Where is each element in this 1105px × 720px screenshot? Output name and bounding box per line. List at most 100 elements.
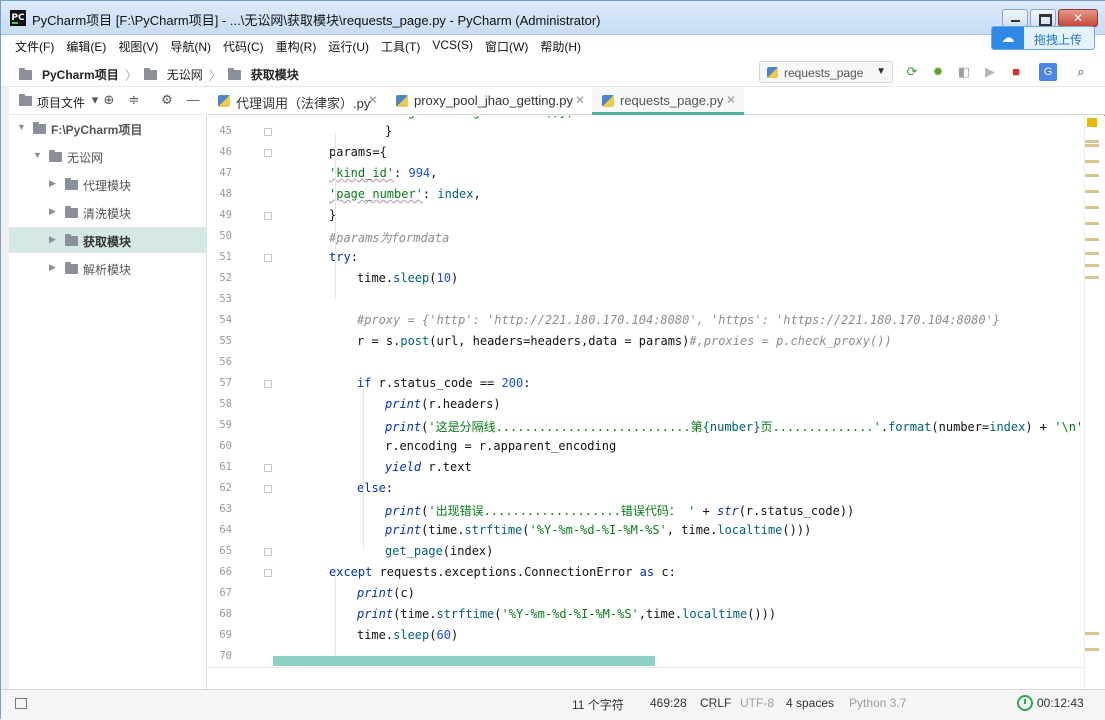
stripe-marker[interactable] (1085, 144, 1099, 147)
line-separator[interactable]: CRLF (700, 696, 731, 710)
gear-icon[interactable]: ⚙ (159, 92, 175, 108)
chevron-down-icon[interactable]: ▼ (33, 150, 42, 160)
maximize-button[interactable] (1030, 9, 1056, 27)
line-number: 51 (219, 251, 232, 263)
menu-item[interactable]: VCS(S) (426, 35, 479, 57)
debug-icon[interactable]: ✹ (929, 63, 947, 81)
chevron-right-icon[interactable]: ▶ (49, 262, 56, 273)
search-icon[interactable]: ⌕ (1072, 63, 1090, 81)
breadcrumb-item[interactable]: 获取模块 (251, 66, 299, 83)
tree-item[interactable]: ▶ 清洗模块 (9, 199, 207, 225)
translate-icon[interactable]: G (1039, 63, 1057, 81)
breadcrumb-separator: 〉 (124, 68, 138, 83)
file-encoding[interactable]: UTF-8 (740, 696, 774, 710)
collapse-all-icon[interactable]: ≑ (126, 92, 142, 108)
code-line: print('出现错误...................错误代码： ' + … (385, 502, 854, 523)
tree-item[interactable]: ▼ 无讼网 (9, 143, 207, 169)
breadcrumb-item[interactable]: PyCharm项目 (42, 66, 119, 83)
fold-marker-icon[interactable] (264, 254, 272, 262)
breadcrumb: PyCharm项目 〉 无讼网 〉 获取模块 (19, 65, 299, 84)
locate-icon[interactable]: ⊕ (101, 92, 117, 108)
menu-item[interactable]: 帮助(H) (534, 35, 587, 57)
menu-item[interactable]: 导航(N) (164, 35, 217, 57)
stripe-marker[interactable] (1085, 238, 1099, 241)
stripe-marker[interactable] (1085, 632, 1099, 635)
code-line: print(time.strftime('%Y-%m-%d-%I-%M-%S',… (357, 607, 776, 628)
stripe-marker[interactable] (1085, 264, 1099, 267)
project-panel-label[interactable]: 项目文件 (37, 94, 85, 111)
code-token: if (357, 376, 372, 390)
menu-item[interactable]: 窗口(W) (479, 35, 534, 57)
fold-marker-icon[interactable] (264, 149, 272, 157)
menu-item[interactable]: 视图(V) (112, 35, 164, 57)
stripe-marker[interactable] (1085, 222, 1099, 225)
rerun-icon[interactable]: ⟳ (903, 63, 921, 81)
menu-item[interactable]: 文件(F) (9, 35, 60, 57)
code-token: ( (522, 523, 530, 537)
warning-marker[interactable] (1087, 118, 1097, 127)
stripe-marker[interactable] (1085, 140, 1099, 143)
coverage-icon[interactable]: ◧ (955, 63, 973, 81)
caret-position[interactable]: 469:28 (650, 696, 687, 710)
error-stripe[interactable] (1084, 116, 1105, 689)
python-file-icon (218, 95, 230, 107)
fold-marker-icon[interactable] (264, 464, 272, 472)
run-icon[interactable]: ▶ (981, 63, 999, 81)
fold-marker-icon[interactable] (264, 485, 272, 493)
chevron-right-icon[interactable]: ▶ (49, 206, 56, 217)
fold-marker-icon[interactable] (264, 212, 272, 220)
python-interpreter[interactable]: Python 3.7 (849, 696, 906, 710)
indent-setting[interactable]: 4 spaces (786, 696, 834, 710)
fold-marker-icon[interactable] (264, 128, 272, 136)
tab-proxy-call[interactable]: 代理调用（法律家）.py ✕ (208, 87, 384, 115)
code-token: , (430, 166, 438, 180)
code-token: time. (357, 271, 394, 285)
close-icon[interactable]: ✕ (368, 93, 378, 107)
stripe-marker[interactable] (1085, 160, 1099, 163)
tree-item[interactable]: ▶ 解析模块 (9, 255, 207, 281)
tab-requests-page[interactable]: requests_page.py ✕ (592, 87, 744, 115)
line-number: 47 (219, 167, 232, 179)
fold-marker-icon[interactable] (264, 548, 272, 556)
chevron-right-icon[interactable]: ▶ (49, 234, 56, 245)
drag-upload-button[interactable]: ☁ 拖拽上传 (991, 26, 1095, 50)
horizontal-scrollbar[interactable] (273, 656, 655, 666)
title-bar[interactable]: PC PyCharm项目 [F:\PyCharm项目] - ...\无讼网\获取… (1, 1, 1105, 35)
minimize-button[interactable] (1002, 9, 1028, 27)
tool-window-toggle-icon[interactable] (15, 698, 27, 709)
code-token: #,proxies = p.check_proxy()) (689, 334, 892, 348)
stop-icon[interactable]: ■ (1007, 63, 1025, 81)
code-editor[interactable]: 45 46 47 48 49 50 51 52 53 54 55 56 57 58 59 60 61 62 63 64… (208, 116, 1084, 667)
menu-item[interactable]: 工具(T) (375, 35, 426, 57)
stripe-marker[interactable] (1085, 276, 1099, 279)
stripe-marker[interactable] (1085, 190, 1099, 193)
code-token: r.status_code == (371, 376, 502, 390)
close-icon[interactable]: ✕ (726, 93, 736, 107)
fold-marker-icon[interactable] (264, 380, 272, 388)
tree-item[interactable]: ▼ F:\PyCharm项目 (9, 115, 207, 141)
stripe-marker[interactable] (1085, 206, 1099, 209)
tree-item[interactable]: ▶ 代理模块 (9, 171, 207, 197)
close-icon[interactable]: ✕ (575, 93, 585, 107)
stripe-marker[interactable] (1085, 174, 1099, 177)
code-token: time. (646, 607, 683, 621)
menu-item[interactable]: 重构(R) (270, 35, 323, 57)
tree-item[interactable]: ▶ 获取模块 (9, 227, 207, 253)
line-number: 70 (219, 650, 232, 662)
stripe-marker[interactable] (1085, 252, 1099, 255)
indent-guide (335, 573, 336, 657)
breadcrumb-item[interactable]: 无讼网 (167, 66, 203, 83)
hide-icon[interactable]: — (185, 92, 201, 108)
tab-proxy-pool[interactable]: proxy_pool_jhao_getting.py ✕ (386, 87, 592, 115)
run-configuration-select[interactable]: requests_page ▼ (759, 61, 893, 83)
menu-item[interactable]: 运行(U) (322, 35, 375, 57)
code-area[interactable]: 'User-Agent': u.getheaders()}, }params={… (273, 116, 1084, 667)
chevron-down-icon[interactable]: ▼ (17, 122, 26, 132)
chevron-right-icon[interactable]: ▶ (49, 178, 56, 189)
menu-item[interactable]: 编辑(E) (60, 35, 112, 57)
fold-marker-icon[interactable] (264, 569, 272, 577)
stripe-marker[interactable] (1085, 648, 1099, 651)
menu-item[interactable]: 代码(C) (217, 35, 270, 57)
close-button[interactable]: ✕ (1058, 9, 1098, 27)
code-token: , (473, 187, 481, 201)
